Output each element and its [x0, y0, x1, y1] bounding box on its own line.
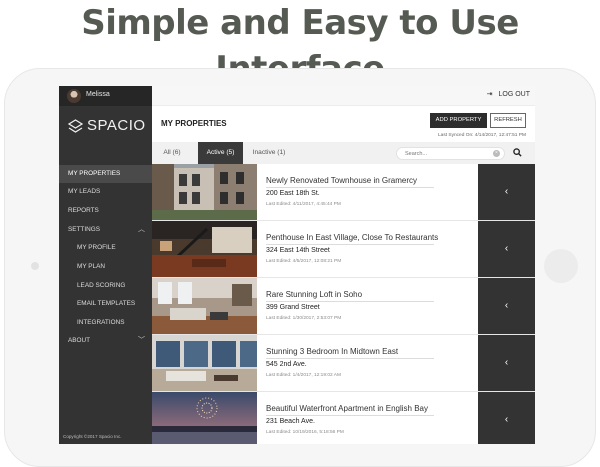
property-address: 231 Beach Ave.	[266, 418, 315, 425]
row-action-button[interactable]: ‹	[478, 164, 535, 220]
sidebar-item-about[interactable]: ABOUT ﹀	[59, 332, 152, 350]
clear-icon[interactable]: ×	[493, 150, 500, 157]
chevron-left-icon: ‹	[504, 186, 509, 197]
property-title: Stunning 3 Bedroom In Midtown East	[266, 347, 399, 356]
chevron-left-icon: ‹	[504, 414, 509, 425]
property-last-edited: Last Edited: 4/5/2017, 12:08:21 PM	[266, 259, 342, 264]
property-address: 200 East 18th St.	[266, 190, 320, 197]
property-title: Newly Renovated Townhouse in Gramercy	[266, 176, 418, 185]
copyright: Copyright ©2017 Spacio Inc.	[63, 434, 122, 439]
property-last-edited: Last Edited: 4/11/2017, 4:45:44 PM	[266, 202, 341, 207]
app-screen: Melissa SPACIO MY PROPERTIES MY LEADS RE…	[59, 86, 535, 444]
page-title: MY PROPERTIES	[161, 119, 227, 128]
sidebar-item-label: MY PROPERTIES	[68, 170, 121, 177]
sidebar-item-label: MY PLAN	[77, 263, 105, 270]
list-item[interactable]: Penthouse In East Village, Close To Rest…	[152, 221, 535, 278]
sidebar-item-label: MY LEADS	[68, 188, 101, 195]
search-box: ×	[396, 147, 505, 160]
property-address: 545 2nd Ave.	[266, 361, 307, 368]
list-item[interactable]: Rare Stunning Loft in Soho 399 Grand Str…	[152, 278, 535, 335]
chevron-left-icon: ‹	[504, 357, 509, 368]
sidebar-item-lead-scoring[interactable]: LEAD SCORING	[59, 277, 152, 295]
avatar[interactable]	[67, 89, 81, 103]
sidebar-item-email-templates[interactable]: EMAIL TEMPLATES	[59, 295, 152, 313]
property-last-edited: Last Edited: 1/4/2017, 12:19:02 AM	[266, 373, 341, 378]
sidebar-item-label: SETTINGS	[68, 226, 100, 233]
divider	[266, 358, 434, 359]
tablet-home-button	[544, 249, 578, 283]
list-item[interactable]: Stunning 3 Bedroom In Midtown East 545 2…	[152, 335, 535, 392]
logout-icon: ⇥	[486, 91, 493, 98]
property-address: 399 Grand Street	[266, 304, 320, 311]
tab-inactive[interactable]: Inactive (1)	[245, 142, 293, 164]
sidebar-item-reports[interactable]: REPORTS	[59, 202, 152, 220]
chevron-left-icon: ‹	[504, 300, 509, 311]
sidebar-item-label: ABOUT	[68, 337, 91, 344]
sidebar-item-label: REPORTS	[68, 207, 99, 214]
chevron-up-icon: ︿	[138, 226, 145, 233]
chevron-down-icon: ﹀	[138, 337, 145, 344]
brand-name: SPACIO	[87, 117, 146, 134]
divider	[266, 415, 434, 416]
divider	[266, 244, 434, 245]
tablet-camera	[31, 262, 39, 270]
filter-tab-bar: All (6) Active (5) Inactive (1) ×	[152, 142, 535, 164]
sidebar-item-label: LEAD SCORING	[77, 282, 126, 289]
property-list: Newly Renovated Townhouse in Gramercy 20…	[152, 164, 535, 444]
property-title: Beautiful Waterfront Apartment in Englis…	[266, 404, 429, 413]
property-address: 324 East 14th Street	[266, 247, 330, 254]
sidebar-item-settings[interactable]: SETTINGS ︿	[59, 221, 152, 239]
logout-label: LOG OUT	[498, 91, 530, 98]
list-item[interactable]: Beautiful Waterfront Apartment in Englis…	[152, 392, 535, 444]
search-input[interactable]	[405, 148, 485, 159]
tab-all[interactable]: All (6)	[157, 142, 187, 164]
property-photo	[152, 278, 257, 334]
logout-button[interactable]: ⇥ LOG OUT	[487, 90, 530, 98]
property-title: Rare Stunning Loft in Soho	[266, 290, 363, 299]
headline: Simple and Easy to Use Interface	[81, 3, 519, 89]
property-photo	[152, 164, 257, 220]
sidebar-item-my-leads[interactable]: MY LEADS	[59, 183, 152, 201]
property-last-edited: Last Edited: 1/30/2017, 2:53:07 PM	[266, 316, 342, 321]
sidebar-item-label: INTEGRATIONS	[77, 319, 125, 326]
property-photo	[152, 221, 257, 277]
sidebar-item-my-properties[interactable]: MY PROPERTIES	[59, 165, 152, 183]
sidebar-item-label: EMAIL TEMPLATES	[77, 300, 136, 307]
page-header: MY PROPERTIES ADD PROPERTY REFRESH Last …	[152, 106, 535, 142]
sidebar: Melissa SPACIO MY PROPERTIES MY LEADS RE…	[59, 86, 152, 444]
divider	[266, 301, 434, 302]
tab-active[interactable]: Active (5)	[198, 142, 243, 164]
spacio-logo-icon	[68, 119, 83, 133]
sidebar-item-label: MY PROFILE	[77, 244, 116, 251]
user-name: Melissa	[86, 91, 110, 98]
refresh-button[interactable]: REFRESH	[490, 113, 526, 128]
row-action-button[interactable]: ‹	[478, 221, 535, 277]
property-photo	[152, 392, 257, 444]
row-action-button[interactable]: ‹	[478, 335, 535, 391]
search-icon[interactable]	[513, 148, 522, 157]
property-photo	[152, 335, 257, 391]
property-last-edited: Last Edited: 10/19/2016, 5:18:56 PM	[266, 430, 344, 435]
chevron-left-icon: ‹	[504, 243, 509, 254]
top-bar: ⇥ LOG OUT	[152, 86, 535, 106]
sidebar-item-integrations[interactable]: INTEGRATIONS	[59, 314, 152, 332]
sidebar-item-my-profile[interactable]: MY PROFILE	[59, 239, 152, 257]
last-synced: Last Synced On: 4/14/2017, 12:47:51 PM	[437, 133, 526, 138]
row-action-button[interactable]: ‹	[478, 278, 535, 334]
property-title: Penthouse In East Village, Close To Rest…	[266, 233, 439, 242]
user-bar[interactable]: Melissa	[59, 86, 152, 106]
sidebar-item-my-plan[interactable]: MY PLAN	[59, 258, 152, 276]
divider	[266, 187, 434, 188]
list-item[interactable]: Newly Renovated Townhouse in Gramercy 20…	[152, 164, 535, 221]
add-property-button[interactable]: ADD PROPERTY	[430, 113, 487, 128]
row-action-button[interactable]: ‹	[478, 392, 535, 444]
